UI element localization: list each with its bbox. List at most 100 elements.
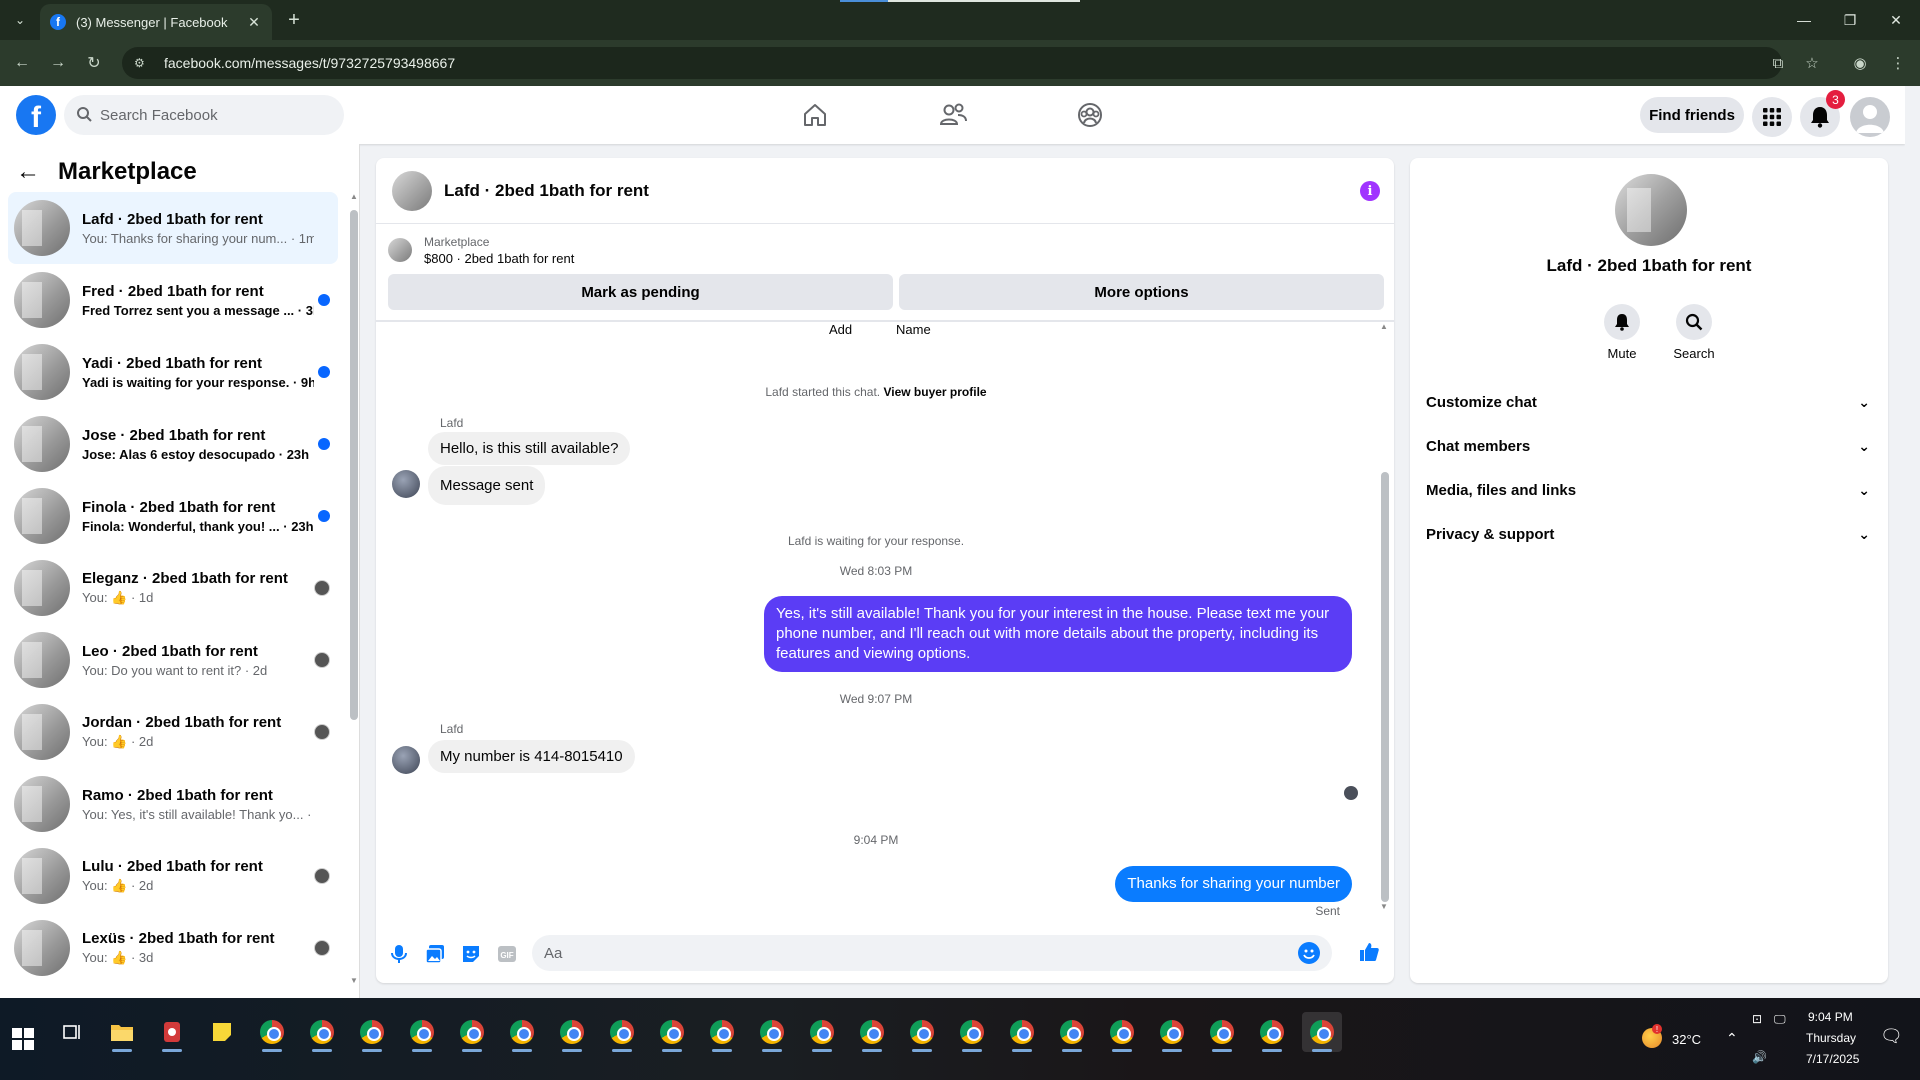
friends-nav-icon[interactable] (935, 98, 971, 132)
chrome-window-icon[interactable] (752, 1012, 792, 1052)
tab-close-icon[interactable]: ✕ (246, 14, 262, 31)
conversation-item[interactable]: Jose · 2bed 1bath for rent Jose: Alas 6 e… (8, 408, 338, 480)
chrome-window-icon[interactable] (1252, 1012, 1292, 1052)
url-field[interactable]: ⚙ facebook.com/messages/t/97327257934986… (122, 47, 1782, 79)
scroll-down-icon[interactable]: ▼ (350, 976, 358, 985)
incoming-message[interactable]: Hello, is this still available? (428, 432, 631, 465)
message-input[interactable]: Aa (532, 935, 1332, 971)
scroll-thumb[interactable] (1381, 472, 1389, 902)
chrome-window-icon[interactable] (1002, 1012, 1042, 1052)
task-view-icon[interactable] (52, 1012, 92, 1052)
meet-now-icon[interactable]: ⊡ (1752, 1012, 1762, 1026)
network-icon[interactable]: 🖵 (1774, 1012, 1786, 1027)
privacy-support-section[interactable]: Privacy & support ⌄ (1422, 512, 1876, 556)
incoming-message[interactable]: Message sent (428, 466, 546, 505)
conversation-item[interactable]: Yadi · 2bed 1bath for rent Yadi is waitin… (8, 336, 338, 408)
sticker-icon[interactable] (460, 943, 482, 965)
emoji-icon[interactable] (1298, 942, 1320, 964)
reload-icon[interactable]: ↻ (82, 51, 106, 75)
conversation-item[interactable]: Leo · 2bed 1bath for rent You: Do you wan… (8, 624, 338, 696)
facebook-logo[interactable]: f (16, 95, 56, 135)
chrome-window-icon[interactable] (852, 1012, 892, 1052)
search-facebook-input[interactable]: Search Facebook (64, 95, 344, 135)
scroll-down-icon[interactable]: ▼ (1380, 902, 1388, 911)
chrome-window-icon[interactable] (602, 1012, 642, 1052)
attach-photo-icon[interactable] (424, 943, 446, 965)
bookmark-star-icon[interactable]: ☆ (1800, 51, 1824, 75)
clock-time[interactable]: 9:04 PM (1808, 1010, 1853, 1024)
chrome-window-icon[interactable] (552, 1012, 592, 1052)
chrome-window-icon[interactable] (1102, 1012, 1142, 1052)
chrome-window-icon[interactable] (802, 1012, 842, 1052)
outgoing-message[interactable]: Yes, it's still available! Thank you for… (764, 596, 1352, 672)
like-thumb-icon[interactable] (1358, 941, 1380, 963)
home-nav-icon[interactable] (797, 98, 833, 132)
conversation-item[interactable]: Lafd · 2bed 1bath for rent You: Thanks fo… (8, 192, 338, 264)
chrome-window-icon[interactable] (902, 1012, 942, 1052)
sender-avatar[interactable] (392, 470, 420, 498)
listing-summary[interactable]: Marketplace $800 · 2bed 1bath for rent (388, 232, 574, 268)
chat-avatar[interactable] (392, 170, 432, 211)
browser-profile-icon[interactable]: ◉ (1848, 51, 1872, 75)
clock-day[interactable]: Thursday (1806, 1031, 1856, 1045)
tab-search-chevron-icon[interactable]: ⌄ (8, 8, 32, 32)
message-scrollbar[interactable]: ▲ ▼ (1380, 322, 1390, 922)
page-scrollbar[interactable] (1905, 86, 1920, 998)
conversation-item[interactable]: Fred · 2bed 1bath for rent Fred Torrez se… (8, 264, 338, 336)
conversation-item[interactable]: Lulu · 2bed 1bath for rent You: 👍 · 2d (8, 840, 338, 912)
chrome-window-icon[interactable] (702, 1012, 742, 1052)
chat-members-section[interactable]: Chat members ⌄ (1422, 424, 1876, 468)
scroll-up-icon[interactable]: ▲ (350, 192, 358, 201)
conversation-item[interactable]: Ramo · 2bed 1bath for rent You: Yes, it's… (8, 768, 338, 840)
file-explorer-icon[interactable] (102, 1012, 142, 1052)
mute-button[interactable]: Mute (1592, 304, 1652, 361)
close-window-icon[interactable]: ✕ (1880, 8, 1912, 32)
outgoing-message[interactable]: Thanks for sharing your number (1115, 866, 1352, 902)
groups-nav-icon[interactable] (1072, 98, 1108, 132)
chrome-window-icon[interactable] (952, 1012, 992, 1052)
media-files-links-section[interactable]: Media, files and links ⌄ (1422, 468, 1876, 512)
chrome-window-icon[interactable] (1052, 1012, 1092, 1052)
sender-avatar[interactable] (392, 746, 420, 774)
chrome-window-icon[interactable] (652, 1012, 692, 1052)
conversation-info-icon[interactable]: i (1360, 181, 1380, 201)
chrome-window-icon[interactable] (1152, 1012, 1192, 1052)
restore-icon[interactable]: ❐ (1834, 8, 1866, 32)
menu-grid-icon[interactable] (1752, 97, 1792, 137)
install-app-icon[interactable]: ⧉ (1766, 51, 1790, 75)
notification-center-icon[interactable]: 🗨 (1880, 1026, 1903, 1047)
gif-icon[interactable]: GIF (496, 943, 518, 965)
chrome-window-icon[interactable] (452, 1012, 492, 1052)
windows-start-icon[interactable] (12, 1028, 34, 1050)
chrome-window-icon[interactable] (1302, 1012, 1342, 1052)
customize-chat-section[interactable]: Customize chat ⌄ (1422, 380, 1876, 424)
find-friends-button[interactable]: Find friends (1640, 97, 1744, 133)
back-icon[interactable]: ← (10, 51, 34, 75)
forward-icon[interactable]: → (46, 51, 70, 75)
sticky-notes-icon[interactable] (202, 1012, 242, 1052)
more-options-button[interactable]: More options (899, 274, 1384, 310)
chrome-window-icon[interactable] (1202, 1012, 1242, 1052)
scroll-up-icon[interactable]: ▲ (1380, 322, 1388, 331)
view-buyer-profile-link[interactable]: View buyer profile (883, 385, 986, 399)
conversation-item[interactable]: Eleganz · 2bed 1bath for rent You: 👍 · 1d (8, 552, 338, 624)
chrome-window-icon[interactable] (502, 1012, 542, 1052)
chat-title[interactable]: Lafd · 2bed 1bath for rent (444, 181, 649, 201)
conversation-item[interactable]: Finola · 2bed 1bath for rent Finola: Wond… (8, 480, 338, 552)
chrome-window-icon[interactable] (302, 1012, 342, 1052)
microphone-icon[interactable] (388, 943, 410, 965)
site-info-icon[interactable]: ⚙ (134, 56, 150, 70)
incoming-message[interactable]: My number is 414-8015410 (428, 740, 635, 773)
chrome-window-icon[interactable] (352, 1012, 392, 1052)
media-app-icon[interactable] (152, 1012, 192, 1052)
back-arrow-icon[interactable]: ← (16, 158, 40, 186)
browser-tab[interactable]: f (3) Messenger | Facebook ✕ (40, 4, 272, 40)
new-tab-icon[interactable]: + (282, 8, 306, 32)
browser-menu-icon[interactable]: ⋮ (1886, 51, 1910, 75)
clock-date[interactable]: 7/17/2025 (1806, 1052, 1859, 1066)
conversation-list-scrollbar[interactable]: ▲ ▼ (350, 192, 358, 992)
mark-as-pending-button[interactable]: Mark as pending (388, 274, 893, 310)
temperature[interactable]: 32°C (1672, 1032, 1701, 1047)
volume-icon[interactable]: 🔊 (1752, 1050, 1767, 1064)
chrome-window-icon[interactable] (402, 1012, 442, 1052)
